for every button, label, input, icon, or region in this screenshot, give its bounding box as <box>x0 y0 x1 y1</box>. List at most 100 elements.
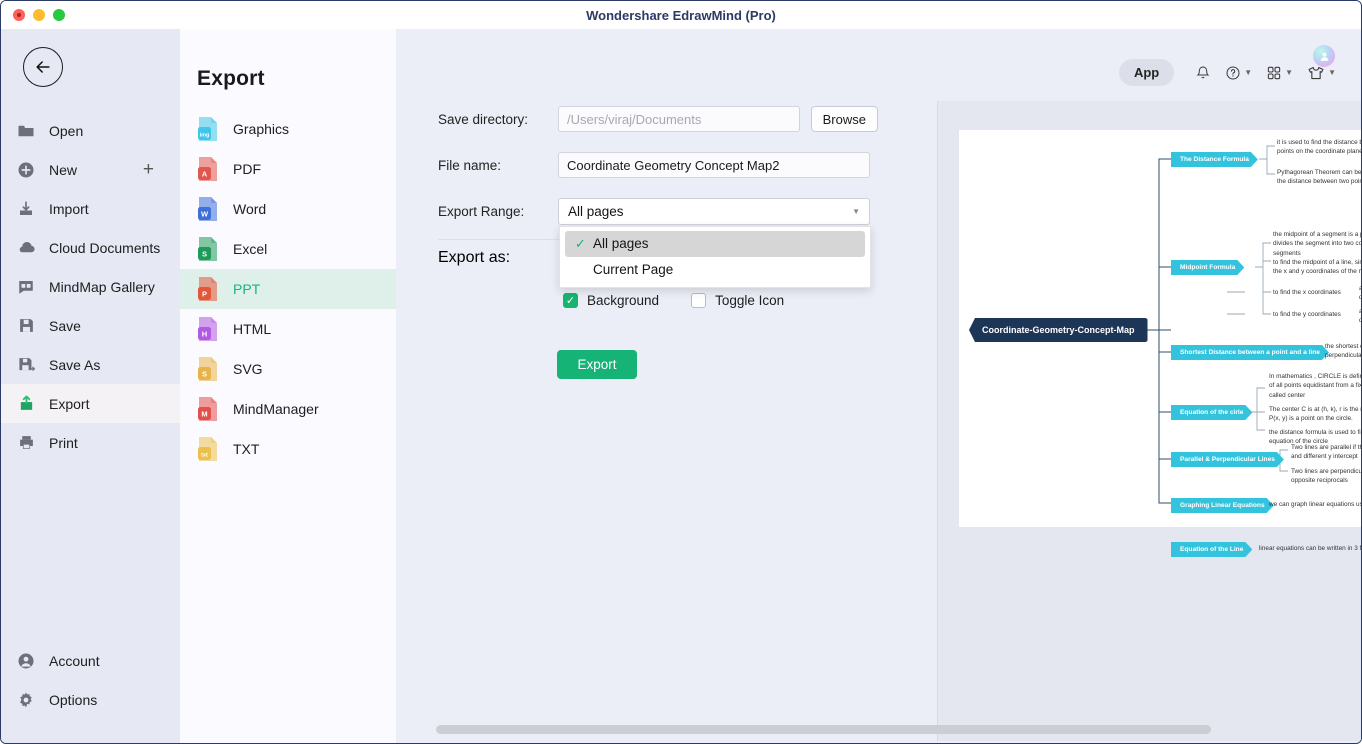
mindmap-leaf: the midpoint of a segment is a point tha… <box>1273 231 1362 257</box>
dropdown-option-label: Current Page <box>593 262 674 277</box>
mindmap-topic-parallel-perpendicular[interactable]: Parallel & Perpendicular Lines <box>1171 452 1284 467</box>
mindmap-leaf: the shortest di perpendicular t <box>1325 343 1362 360</box>
sidebar-item-label: Save As <box>49 356 101 373</box>
notifications-button[interactable] <box>1190 61 1216 85</box>
sidebar-item-import[interactable]: Import <box>1 189 180 228</box>
format-list: img Graphics A PDF W Word S Excel P PPT H HTML S SVG M… <box>180 109 396 469</box>
svg-text:img: img <box>200 132 210 138</box>
format-item-label: PPT <box>233 281 261 297</box>
sidebar-item-options[interactable]: Options <box>1 680 180 719</box>
save-as-icon <box>15 354 37 376</box>
mindmap-leaf: linear equations can be written in 3 for… <box>1259 545 1362 552</box>
format-item-graphics[interactable]: img Graphics <box>180 109 396 149</box>
format-item-label: Graphics <box>233 121 290 137</box>
mindmap-topic-distance-formula[interactable]: The Distance Formula <box>1171 152 1258 167</box>
mindmap-leaf: to find the y coordinates <box>1273 311 1341 318</box>
new-document-plus-button[interactable]: + <box>143 160 154 179</box>
word-file-icon: W <box>197 196 219 222</box>
title-bar: Wondershare EdrawMind (Pro) <box>1 1 1361 29</box>
window-title: Wondershare EdrawMind (Pro) <box>586 7 776 23</box>
svg-text:txt: txt <box>201 452 208 458</box>
maximize-window-button[interactable] <box>53 9 65 21</box>
export-button[interactable]: Export <box>557 350 637 379</box>
excel-file-icon: S <box>197 236 219 262</box>
background-checkbox-label: Background <box>587 293 660 308</box>
save-directory-input[interactable]: /Users/viraj/Documents <box>558 106 800 132</box>
file-name-input[interactable]: Coordinate Geometry Concept Map2 <box>558 152 870 178</box>
svg-file-icon: S <box>197 356 219 382</box>
browse-button[interactable]: Browse <box>810 106 878 132</box>
cloud-icon <box>15 237 37 259</box>
sidebar-item-save-as[interactable]: Save As <box>1 345 180 384</box>
toggle-icon-checkbox[interactable]: Toggle Icon <box>691 293 784 308</box>
gear-icon <box>15 689 37 711</box>
printer-icon <box>15 432 37 454</box>
apps-grid-button[interactable]: ▼ <box>1261 61 1298 85</box>
mindmap-leaf: In mathematics , CIRCLE is defined as th… <box>1269 373 1362 399</box>
application-window: Wondershare EdrawMind (Pro) Open New + I… <box>0 0 1362 744</box>
back-arrow-icon <box>36 61 50 73</box>
mindmap-leaf: it is used to find the distance between … <box>1277 139 1362 156</box>
mindmap-topic-graphing-linear-equations[interactable]: Graphing Linear Equations <box>1171 498 1274 513</box>
file-name-row: File name: Coordinate Geometry Concept M… <box>438 147 878 183</box>
background-checkbox[interactable]: ✓ Background <box>563 293 659 308</box>
bell-icon <box>1196 65 1210 78</box>
window-controls <box>1 9 65 21</box>
export-range-dropdown: ✓ All pages Current Page <box>559 225 871 288</box>
app-button[interactable]: App <box>1118 59 1175 86</box>
dropdown-option-current-page[interactable]: Current Page <box>565 257 865 283</box>
page-title: Export <box>197 67 265 90</box>
sidebar-item-label: Open <box>49 122 84 139</box>
format-item-excel[interactable]: S Excel <box>180 229 396 269</box>
close-window-button[interactable] <box>13 9 25 21</box>
format-item-mindmanager[interactable]: M MindManager <box>180 389 396 429</box>
sidebar-item-save[interactable]: Save <box>1 306 180 345</box>
sidebar-item-print[interactable]: Print <box>1 423 180 462</box>
minimize-window-button[interactable] <box>33 9 45 21</box>
back-button[interactable] <box>23 47 63 87</box>
mindmap-leaf: Two lines are perpendicular if are oppos… <box>1291 468 1362 485</box>
sidebar-item-label: Save <box>49 317 81 334</box>
mindmap-leaf: to find the midpoint of a line, simply f… <box>1273 259 1361 276</box>
sidebar-item-open[interactable]: Open <box>1 111 180 150</box>
scrollbar-thumb[interactable] <box>436 725 1211 734</box>
help-circle-icon <box>1226 66 1240 79</box>
sidebar-item-export[interactable]: Export <box>1 384 180 423</box>
format-item-pdf[interactable]: A PDF <box>180 149 396 189</box>
ppt-file-icon: P <box>197 276 219 302</box>
mindmap-topic-midpoint-formula[interactable]: Midpoint Formula <box>1171 260 1244 275</box>
svg-text:W: W <box>201 209 209 218</box>
sidebar-item-mindmap-gallery[interactable]: MindMap Gallery <box>1 267 180 306</box>
sidebar-item-label: Cloud Documents <box>49 239 161 256</box>
mindmap-root-node[interactable]: Coordinate-Geometry-Concept-Map <box>969 318 1148 342</box>
sidebar-item-new[interactable]: New + <box>1 150 180 189</box>
format-item-html[interactable]: H HTML <box>180 309 396 349</box>
help-button[interactable]: ▼ <box>1220 61 1257 85</box>
format-item-txt[interactable]: txt TXT <box>180 429 396 469</box>
export-range-select[interactable]: All pages ▼ ✓ All pages Current Page <box>558 197 871 288</box>
avatar[interactable] <box>1313 45 1335 67</box>
sidebar-item-account[interactable]: Account <box>1 641 180 680</box>
format-item-ppt[interactable]: P PPT <box>180 269 396 309</box>
dropdown-option-label: All pages <box>593 236 649 251</box>
format-item-label: MindManager <box>233 401 319 417</box>
mindmap-topic-equation-of-circle[interactable]: Equation of the cirle <box>1171 405 1252 420</box>
preview-canvas[interactable]: Coordinate-Geometry-Concept-Map The Dist… <box>959 130 1362 527</box>
mindmap-topic-equation-of-line[interactable]: Equation of the Line <box>1171 542 1252 557</box>
export-preview-panel: Coordinate-Geometry-Concept-Map The Dist… <box>937 101 1362 741</box>
horizontal-scrollbar[interactable] <box>436 725 1211 734</box>
export-icon <box>15 393 37 415</box>
format-item-word[interactable]: W Word <box>180 189 396 229</box>
svg-text:S: S <box>202 369 207 378</box>
user-avatar-icon <box>1320 52 1328 61</box>
mindmap-leaf: Pythagorean Theorem can be used to f the… <box>1277 169 1362 186</box>
format-item-svg[interactable]: S SVG <box>180 349 396 389</box>
import-icon <box>15 198 37 220</box>
dropdown-option-all-pages[interactable]: ✓ All pages <box>565 230 865 257</box>
format-item-label: HTML <box>233 321 272 337</box>
sidebar-item-label: Options <box>49 691 98 708</box>
sidebar-item-cloud-documents[interactable]: Cloud Documents <box>1 228 180 267</box>
save-icon <box>15 315 37 337</box>
svg-text:M: M <box>201 409 207 418</box>
mindmap-topic-shortest-distance[interactable]: Shortest Distance between a point and a … <box>1171 345 1329 360</box>
